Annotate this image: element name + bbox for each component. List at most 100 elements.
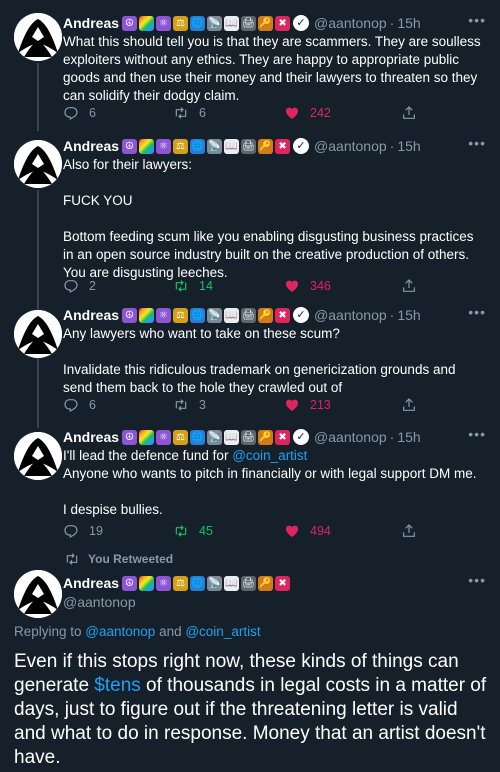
retweet-count: 6 xyxy=(199,106,206,120)
tweet-actions: 19 45 494 xyxy=(63,521,423,541)
author-handle[interactable]: @aantonop xyxy=(314,427,387,447)
cashtag-link[interactable]: $tens xyxy=(94,675,140,696)
more-icon[interactable]: ••• xyxy=(468,427,486,441)
retweet-button[interactable]: 14 xyxy=(173,276,213,296)
name-emoji-7: 🖨 xyxy=(241,429,257,445)
reply-button[interactable]: 6 xyxy=(63,395,96,415)
tweet-text: Any lawyers who want to take on these sc… xyxy=(63,326,456,395)
timestamp[interactable]: 15h xyxy=(397,427,420,447)
reply-count: 6 xyxy=(89,106,96,120)
timestamp[interactable]: 15h xyxy=(397,13,420,33)
name-emoji-9: ✖ xyxy=(275,575,291,591)
name-emoji-5: 📡 xyxy=(207,429,223,445)
reply-button[interactable]: 19 xyxy=(63,521,103,541)
like-button[interactable]: 494 xyxy=(284,521,331,541)
reply-button[interactable]: 2 xyxy=(63,276,96,296)
name-emoji-7: 🖨 xyxy=(241,575,257,591)
share-icon xyxy=(401,397,417,413)
name-emoji-1 xyxy=(139,138,155,154)
name-emoji-6: 📖 xyxy=(224,138,240,154)
like-count: 346 xyxy=(310,279,331,293)
retweet-button[interactable]: 3 xyxy=(173,395,206,415)
share-icon xyxy=(401,523,417,539)
name-emoji-9: ✖ xyxy=(275,138,291,154)
share-button[interactable] xyxy=(401,276,427,296)
name-emoji-8: 🔑 xyxy=(258,575,274,591)
name-emoji-5: 📡 xyxy=(207,15,223,31)
timestamp[interactable]: 15h xyxy=(397,305,420,325)
share-button[interactable] xyxy=(401,395,427,415)
author-name[interactable]: Andreas xyxy=(63,305,119,325)
replying-to: Replying to @aantonop and @coin_artist xyxy=(14,624,261,639)
retweet-button[interactable]: 6 xyxy=(173,103,206,123)
name-emoji-3: ⚖ xyxy=(173,138,189,154)
avatar[interactable] xyxy=(14,140,62,188)
heart-icon xyxy=(284,278,300,294)
tweet-header: Andreas ☮ ⚛ ⚖ 🌐 📡 📖 🖨 🔑 ✖ ✓ @aantonop · 15h xyxy=(63,427,486,447)
name-emoji-6: 📖 xyxy=(224,429,240,445)
reply-button[interactable]: 6 xyxy=(63,103,96,123)
name-emoji-0: ☮ xyxy=(122,138,138,154)
name-emoji-6: 📖 xyxy=(224,575,240,591)
share-button[interactable] xyxy=(401,103,427,123)
separator-dot: · xyxy=(389,138,395,154)
name-emoji-4: 🌐 xyxy=(190,15,206,31)
name-emoji-4: 🌐 xyxy=(190,138,206,154)
name-emoji-7: 🖨 xyxy=(241,138,257,154)
mention-link[interactable]: @aantonop xyxy=(85,624,155,639)
name-emoji-4: 🌐 xyxy=(190,575,206,591)
heart-icon xyxy=(284,397,300,413)
author-name[interactable]: Andreas xyxy=(63,13,119,33)
avatar[interactable] xyxy=(14,310,62,358)
author-name[interactable]: Andreas xyxy=(63,427,119,447)
mention-link[interactable]: @coin_artist xyxy=(185,624,260,639)
name-emoji-2: ⚛ xyxy=(156,575,172,591)
reply-icon xyxy=(63,397,79,413)
author-handle[interactable]: @aantonop xyxy=(63,593,486,611)
name-emoji-3: ⚖ xyxy=(173,429,189,445)
more-icon[interactable]: ••• xyxy=(468,136,486,150)
retweet-icon xyxy=(173,278,189,294)
author-handle[interactable]: @aantonop xyxy=(314,136,387,156)
share-button[interactable] xyxy=(401,521,427,541)
tweet-header: Andreas ☮ ⚛ ⚖ 🌐 📡 📖 🖨 🔑 ✖ ✓ @aantonop · 15h xyxy=(63,136,486,156)
separator-dot: · xyxy=(389,429,395,445)
name-emoji-8: 🔑 xyxy=(258,307,274,323)
name-emoji-2: ⚛ xyxy=(156,307,172,323)
retweet-count: 14 xyxy=(199,279,213,293)
name-emoji-0: ☮ xyxy=(122,15,138,31)
author-handle[interactable]: @aantonop xyxy=(314,13,387,33)
name-emoji-3: ⚖ xyxy=(173,307,189,323)
like-button[interactable]: 242 xyxy=(284,103,331,123)
thread-connector xyxy=(37,63,39,131)
author-name[interactable]: Andreas xyxy=(63,136,119,156)
avatar[interactable] xyxy=(14,570,62,618)
tweet-header: Andreas ☮ ⚛ ⚖ 🌐 📡 📖 🖨 🔑 ✖ ✓ @aantonop · 15h xyxy=(63,13,486,33)
name-emoji-0: ☮ xyxy=(122,307,138,323)
name-emoji-7: 🖨 xyxy=(241,307,257,323)
name-emoji-8: 🔑 xyxy=(258,429,274,445)
tweet-header: Andreas ☮ ⚛ ⚖ 🌐 📡 📖 🖨 🔑 ✖ ✓ @aantonop · 15h xyxy=(63,305,486,325)
verified-icon: ✓ xyxy=(293,307,310,323)
name-emoji-0: ☮ xyxy=(122,575,138,591)
name-emoji-3: ⚖ xyxy=(173,575,189,591)
name-emoji-6: 📖 xyxy=(224,307,240,323)
name-emojis: ☮ ⚛ ⚖ 🌐 📡 📖 🖨 🔑 ✖ xyxy=(122,307,292,323)
retweet-button[interactable]: 45 xyxy=(173,521,213,541)
like-button[interactable]: 213 xyxy=(284,395,331,415)
author-name[interactable]: Andreas xyxy=(63,573,119,593)
name-emoji-4: 🌐 xyxy=(190,307,206,323)
avatar[interactable] xyxy=(14,13,62,61)
more-icon[interactable]: ••• xyxy=(468,305,486,319)
author-handle[interactable]: @aantonop xyxy=(314,305,387,325)
timestamp[interactable]: 15h xyxy=(397,136,420,156)
like-count: 494 xyxy=(310,524,331,538)
more-icon[interactable]: ••• xyxy=(468,573,486,587)
name-emoji-1 xyxy=(139,575,155,591)
more-icon[interactable]: ••• xyxy=(468,13,486,27)
tweet-header: Andreas ☮ ⚛ ⚖ 🌐 📡 📖 🖨 🔑 ✖ xyxy=(63,573,486,593)
like-button[interactable]: 346 xyxy=(284,276,331,296)
reply-icon xyxy=(63,523,79,539)
mention-link[interactable]: @coin_artist xyxy=(232,448,307,463)
avatar[interactable] xyxy=(14,432,62,480)
